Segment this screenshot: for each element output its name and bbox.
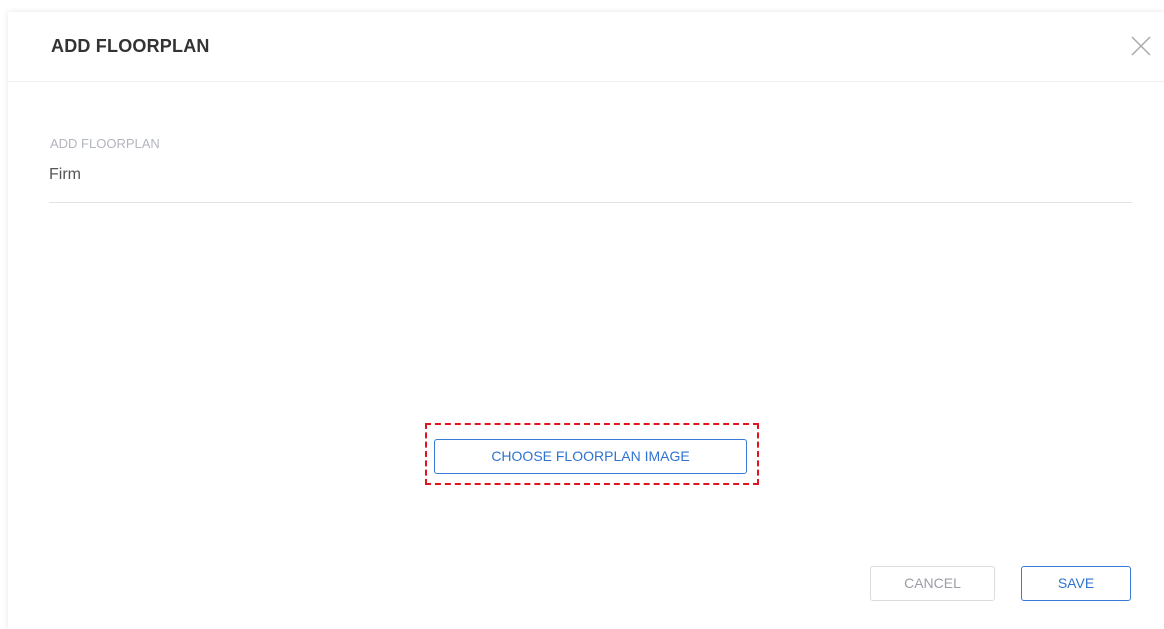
dialog-header: ADD FLOORPLAN	[8, 12, 1164, 82]
page: ADD FLOORPLAN ADD FLOORPLAN CHOOSE FLOOR…	[0, 0, 1164, 629]
choose-floorplan-image-button[interactable]: CHOOSE FLOORPLAN IMAGE	[434, 439, 747, 474]
save-button[interactable]: SAVE	[1021, 566, 1131, 601]
close-icon	[1131, 36, 1151, 56]
cancel-button[interactable]: CANCEL	[870, 566, 995, 601]
add-floorplan-dialog: ADD FLOORPLAN ADD FLOORPLAN CHOOSE FLOOR…	[8, 12, 1164, 629]
dialog-title: ADD FLOORPLAN	[51, 36, 210, 56]
floorplan-name-field: ADD FLOORPLAN	[49, 134, 1132, 203]
floorplan-name-input[interactable]	[49, 162, 1049, 188]
close-button[interactable]	[1129, 34, 1153, 58]
floorplan-name-label: ADD FLOORPLAN	[50, 136, 160, 151]
